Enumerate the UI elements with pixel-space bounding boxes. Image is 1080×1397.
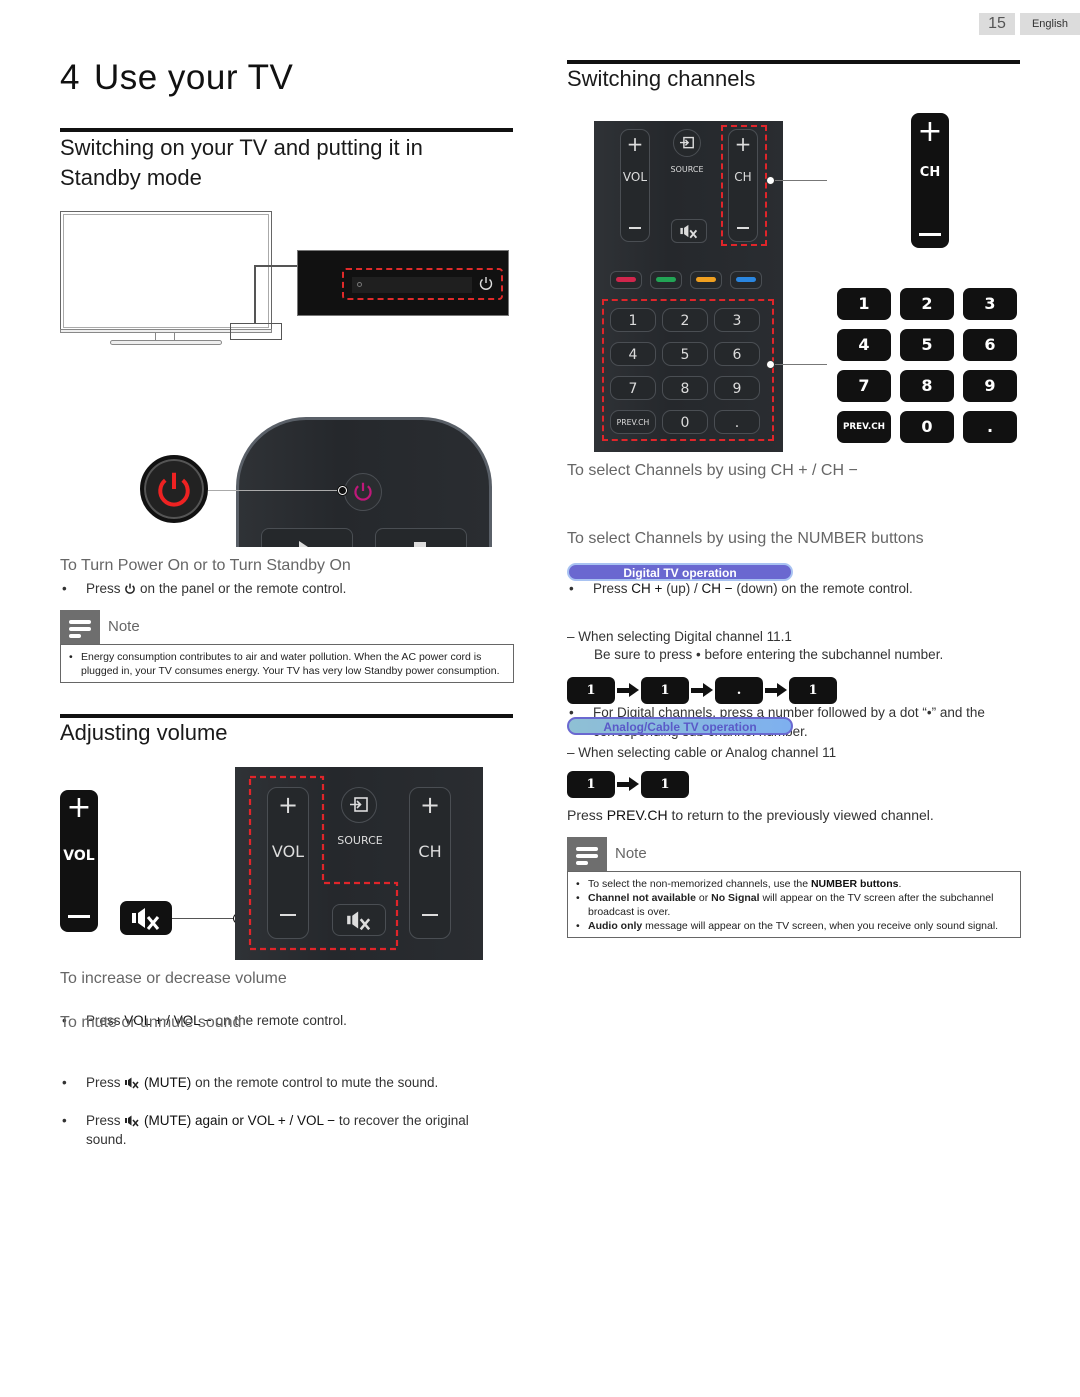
vol-key-illustration: + VOL	[60, 790, 98, 932]
number-key: 1	[837, 288, 891, 320]
note-icon	[60, 610, 100, 644]
mute-icon	[125, 1077, 139, 1089]
digital-hint: Be sure to press • before entering the s…	[594, 647, 944, 662]
number-key: 7	[837, 370, 891, 402]
volume-highlight-box	[248, 775, 399, 951]
panel-highlight	[230, 323, 282, 340]
chapter-title: 4 Use your TV	[60, 58, 293, 98]
note-label: Note	[615, 845, 647, 862]
note-icon	[567, 837, 607, 871]
remote-mute-button	[671, 219, 707, 243]
sequence-key: 1	[641, 677, 689, 704]
source-label: SOURCE	[670, 165, 704, 174]
sequence-key: 1	[567, 771, 615, 798]
panel-callout-line	[254, 265, 298, 267]
callout-dot	[766, 176, 775, 185]
remote-vol-button: + VOL	[620, 129, 650, 242]
volume-heading: Adjusting volume	[60, 720, 228, 745]
digital-tv-label: Digital TV operation	[567, 563, 793, 581]
number-callout-line	[770, 364, 827, 365]
chapter-name: Use your TV	[93, 58, 294, 97]
number-key: 8	[900, 370, 954, 402]
standby-heading: Switching on your TV and putting it in S…	[60, 135, 423, 190]
volume-sub2: To mute or unmute sound	[60, 1014, 242, 1031]
sequence-key: 1	[567, 677, 615, 704]
color-key-blue	[730, 271, 762, 289]
color-key-red	[610, 271, 642, 289]
arrow-right-icon	[763, 677, 789, 704]
note-item: To select the non-memorized channels, us…	[576, 877, 1012, 891]
number-key: 6	[963, 329, 1017, 361]
power-icon	[478, 275, 494, 291]
language-tab[interactable]: English	[1020, 13, 1080, 35]
arrow-right-icon	[689, 677, 715, 704]
volume-sub1: To increase or decrease volume	[60, 970, 287, 987]
callout-dot	[766, 360, 775, 369]
prevch-instruction: Press PREV.CH to return to the previousl…	[567, 807, 934, 823]
sequence-key: .	[715, 677, 763, 704]
tv-panel-closeup	[297, 250, 509, 316]
mute-key-illustration	[120, 901, 172, 935]
remote-channel-illustration: + VOL SOURCE + CH 1 2 3 4 5 6 7 8 9 PREV.CH 0.	[594, 121, 783, 452]
analog-tv-label: Analog/Cable TV operation	[567, 717, 793, 735]
digital-key-sequence: 11.1	[567, 677, 837, 704]
remote-top-illustration	[236, 417, 492, 547]
tv-illustration	[60, 211, 272, 345]
ch-instruction: Press CH + (up) / CH − (down) on the rem…	[567, 579, 1017, 598]
power-button-closeup	[140, 455, 208, 523]
power-icon	[158, 472, 190, 507]
ch-highlight-box	[721, 125, 767, 246]
note-item: Channel not available or No Signal will …	[576, 891, 1012, 919]
mute-icon	[132, 908, 160, 930]
page-number: 15	[979, 13, 1015, 35]
ch-key-illustration: + CH	[911, 113, 949, 248]
standby-subheading: To Turn Power On or to Turn Standby On	[60, 557, 351, 574]
number-highlight-box	[602, 299, 774, 441]
source-input-icon	[680, 136, 694, 149]
number-key: 0	[900, 411, 954, 443]
panel-callout-line	[254, 265, 256, 323]
channels-note: Note To select the non-memorized channel…	[567, 837, 1021, 938]
unmute-instruction: Press (MUTE) again or VOL + / VOL − to r…	[60, 1111, 510, 1149]
analog-example: – When selecting cable or Analog channel…	[567, 745, 837, 760]
standby-note: Note Energy consumption contributes to a…	[60, 610, 514, 683]
number-key: 3	[963, 288, 1017, 320]
analog-key-sequence: 11	[567, 771, 689, 798]
sequence-key: 1	[789, 677, 837, 704]
note-body: Energy consumption contributes to air an…	[60, 644, 514, 683]
number-key: 5	[900, 329, 954, 361]
digital-example: – When selecting Digital channel 11.1	[567, 629, 792, 644]
power-icon	[125, 583, 136, 594]
number-key: .	[963, 411, 1017, 443]
note-label: Note	[108, 618, 140, 635]
arrow-right-icon	[615, 677, 641, 704]
number-subheading: To select Channels by using the NUMBER b…	[567, 530, 924, 547]
ch-subheading: To select Channels by using CH + / CH −	[567, 462, 858, 479]
sequence-key: 1	[641, 771, 689, 798]
number-key: 2	[900, 288, 954, 320]
power-callout-line	[208, 490, 342, 491]
note-item: Energy consumption contributes to air an…	[69, 650, 505, 678]
remote-source-button	[673, 129, 701, 157]
section-rule	[60, 128, 513, 132]
mute-instruction: Press (MUTE) on the remote control to mu…	[60, 1073, 510, 1092]
remote-power-button	[344, 473, 382, 511]
mute-icon	[125, 1115, 139, 1127]
note-body: To select the non-memorized channels, us…	[567, 871, 1021, 938]
chapter-number: 4	[60, 58, 80, 97]
mute-callout-line	[172, 918, 238, 919]
ch-callout-line	[770, 180, 827, 181]
color-key-green	[650, 271, 682, 289]
standby-instruction: Press on the panel or the remote control…	[60, 579, 510, 598]
note-item: Audio only message will appear on the TV…	[576, 919, 1012, 933]
color-key-yellow	[690, 271, 722, 289]
remote-volume-illustration: + VOL SOURCE + CH	[235, 767, 483, 960]
number-key: PREV.CH	[837, 411, 891, 443]
callout-dot	[338, 486, 347, 495]
number-key: 9	[963, 370, 1017, 402]
number-key: 4	[837, 329, 891, 361]
arrow-right-icon	[615, 771, 641, 798]
channels-heading: Switching channels	[567, 66, 756, 91]
mute-icon	[680, 224, 698, 239]
